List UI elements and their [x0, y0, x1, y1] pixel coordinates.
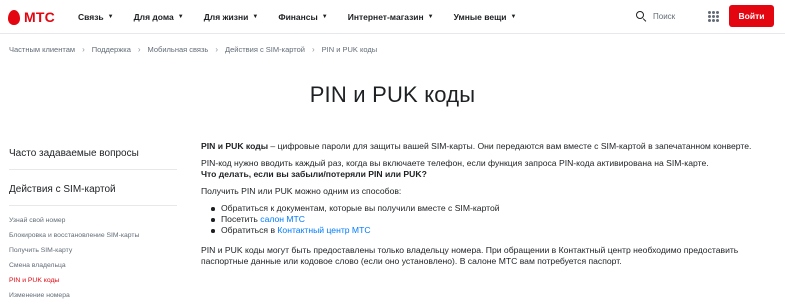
list-item-text: Обратиться к документам, которые вы полу… — [221, 203, 500, 213]
nav-item-dlya-zhizni[interactable]: Для жизни ▼ — [204, 12, 259, 22]
page-title: PIN и PUK коды — [309, 82, 476, 107]
chevron-down-icon: ▼ — [252, 14, 259, 20]
nav-item-internet-magazin[interactable]: Интернет-магазин ▼ — [348, 12, 434, 22]
nav-label: Умные вещи — [453, 12, 507, 22]
main-nav: Связь ▼ Для дома ▼ Для жизни ▼ Финансы ▼ Инт… — [78, 0, 536, 34]
list-item: Обратиться к документам, которые вы полу… — [201, 203, 771, 214]
chevron-down-icon: ▼ — [510, 14, 517, 20]
chevron-down-icon: ▼ — [177, 14, 184, 20]
nav-label: Для дома — [133, 12, 174, 22]
intro-paragraph: PIN и PUK коды – цифровые пароли для защ… — [201, 141, 771, 152]
list-item-text: Посетить — [221, 214, 261, 224]
article-content: PIN и PUK коды – цифровые пароли для защ… — [201, 141, 771, 267]
ways-intro: Получить PIN или PUK можно одним из спос… — [201, 186, 402, 196]
sidebar-faq-link[interactable]: Часто задаваемые вопросы — [9, 148, 184, 159]
nav-item-svyaz[interactable]: Связь ▼ — [78, 12, 114, 22]
chevron-down-icon: ▼ — [321, 14, 328, 20]
nav-item-dlya-doma[interactable]: Для дома ▼ — [134, 12, 184, 22]
logo-text: МТС — [24, 9, 55, 25]
nav-label: Финансы — [278, 12, 318, 22]
sidebar-item-izmenenie-nomera[interactable]: Изменение номера — [9, 292, 184, 299]
intro-term: PIN и PUK коды — [201, 141, 269, 151]
chevron-right-icon: › — [82, 45, 85, 54]
sidebar-item-poluchit-sim[interactable]: Получить SIM-карту — [9, 247, 184, 254]
nav-label: Интернет-магазин — [347, 12, 424, 22]
sidebar-item-pin-puk[interactable]: PIN и PUK коды — [9, 277, 184, 284]
search-button[interactable]: Поиск — [636, 11, 675, 22]
chevron-down-icon: ▼ — [107, 14, 114, 20]
breadcrumb-item[interactable]: Частным клиентам — [9, 45, 75, 54]
nav-label: Для жизни — [203, 12, 249, 22]
mts-egg-icon — [8, 9, 20, 25]
sidebar-divider — [9, 205, 177, 206]
nav-item-umnye-veshchi[interactable]: Умные вещи ▼ — [454, 12, 517, 22]
question-heading: Что делать, если вы забыли/потеряли PIN … — [201, 169, 427, 179]
chevron-right-icon: › — [137, 45, 141, 54]
list-item: Обратиться в Контактный центр МТС — [201, 225, 771, 236]
list-item: Посетить салон МТС — [201, 214, 771, 225]
mts-logo[interactable]: МТС — [8, 9, 55, 25]
list-item-text: Обратиться в — [221, 225, 278, 235]
sidebar-item-smena-vladeltsa[interactable]: Смена владельца — [9, 262, 184, 269]
sidebar-divider — [9, 169, 177, 170]
outro-paragraph: PIN и PUK коды могут быть предоставлены … — [201, 245, 739, 266]
contact-center-link[interactable]: Контактный центр МТС — [277, 225, 370, 235]
apps-grid-icon[interactable] — [708, 11, 719, 22]
sidebar-item-blokirovka[interactable]: Блокировка и восстановление SIM-карты — [9, 232, 184, 239]
login-button[interactable]: Войти — [729, 5, 774, 27]
chevron-right-icon: › — [311, 45, 315, 54]
intro-text: – цифровые пароли для защиты вашей SIM-к… — [268, 141, 752, 151]
search-icon — [636, 11, 647, 22]
sidebar: Часто задаваемые вопросы Действия с SIM-… — [9, 148, 184, 299]
sidebar-item-uznai-nomer[interactable]: Узнай свой номер — [9, 217, 184, 224]
breadcrumb-item[interactable]: Мобильная связь — [148, 45, 209, 54]
chevron-down-icon: ▼ — [427, 14, 434, 20]
nav-item-finansy[interactable]: Финансы ▼ — [278, 12, 327, 22]
salon-mts-link[interactable]: салон МТС — [260, 214, 305, 224]
breadcrumb-item[interactable]: Действия с SIM-картой — [225, 45, 305, 54]
breadcrumb: Частным клиентам › Поддержка › Мобильная… — [9, 45, 377, 54]
breadcrumb-item[interactable]: Поддержка — [92, 45, 131, 54]
site-header: МТС Связь ▼ Для дома ▼ Для жизни ▼ Финансы ▼… — [0, 0, 785, 34]
search-label: Поиск — [653, 12, 676, 21]
nav-label: Связь — [78, 12, 104, 22]
breadcrumb-current: PIN и PUK коды — [321, 45, 378, 54]
pin-note: PIN-код нужно вводить каждый раз, когда … — [201, 158, 709, 168]
chevron-right-icon: › — [215, 45, 219, 54]
sidebar-section-heading[interactable]: Действия с SIM-картой — [9, 184, 184, 195]
ways-list: Обратиться к документам, которые вы полу… — [201, 203, 771, 236]
